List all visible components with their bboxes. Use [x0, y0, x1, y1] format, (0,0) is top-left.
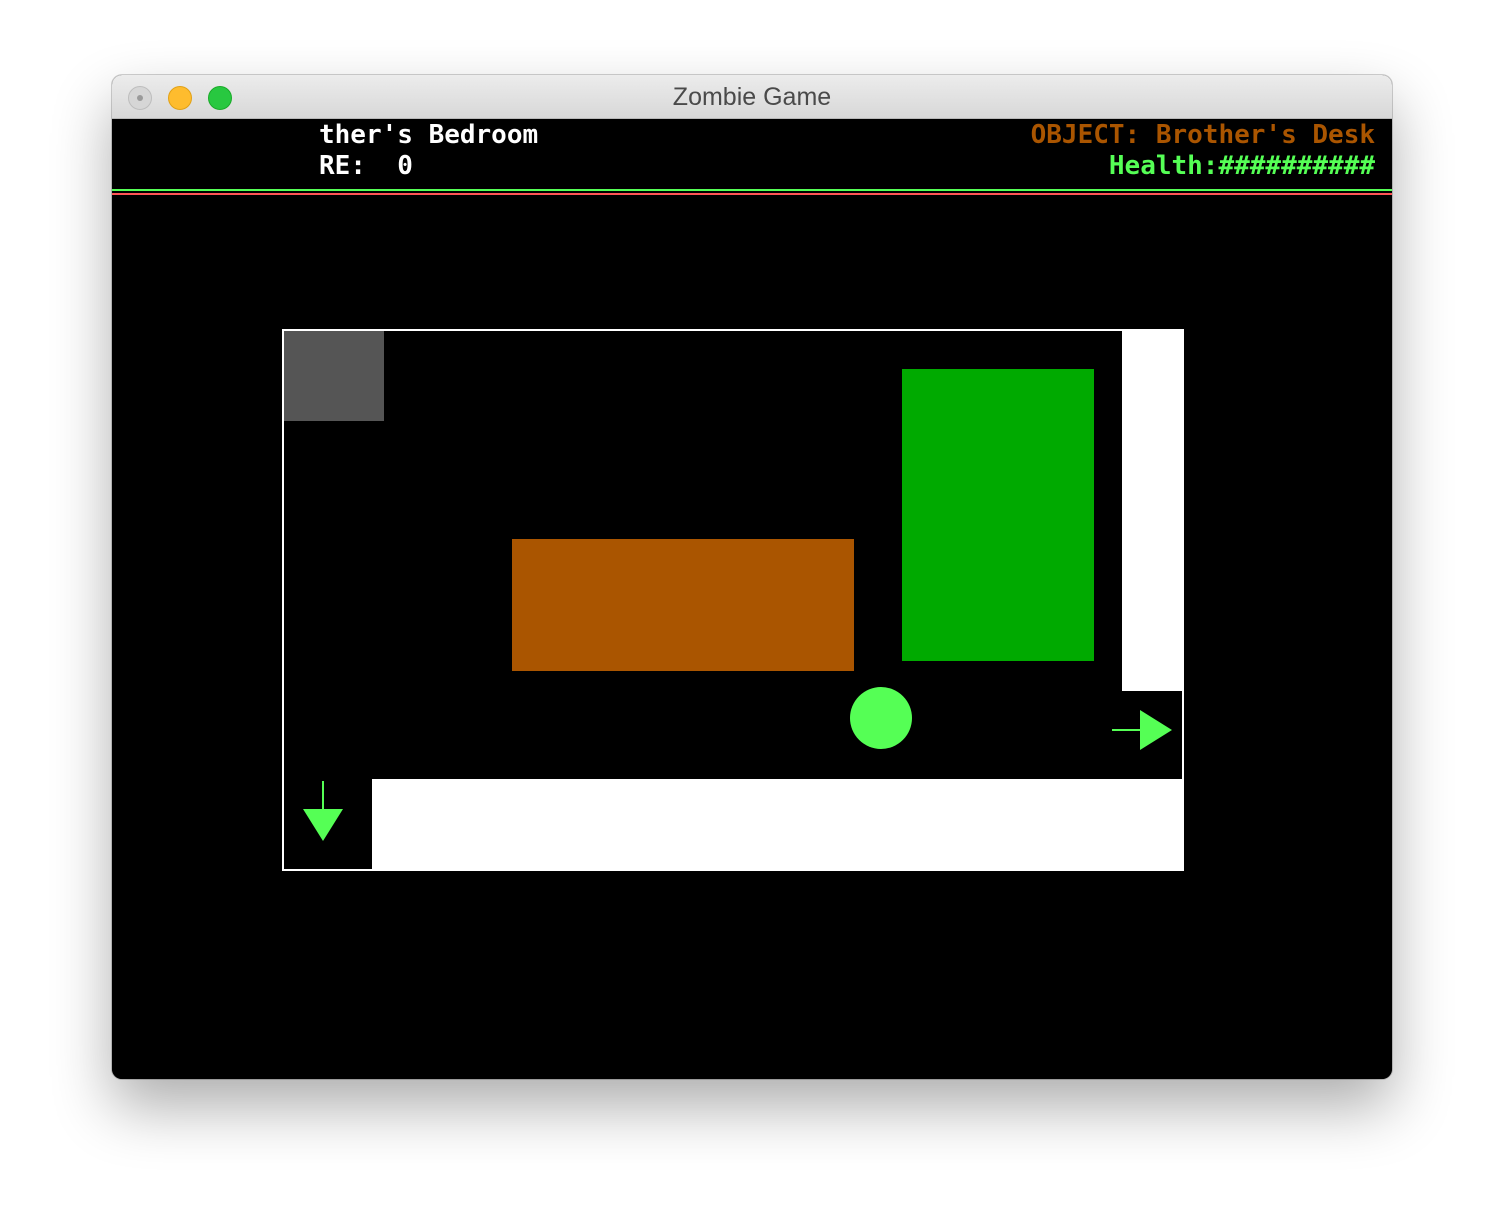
game-canvas[interactable]: ther's Bedroom RE: 0 OBJECT: Brother's D… — [112, 119, 1392, 1079]
arrow-right-icon[interactable] — [1110, 707, 1176, 753]
arrow-down-head — [303, 809, 343, 841]
game-window: Zombie Game ther's Bedroom RE: 0 OBJECT:… — [112, 75, 1392, 1079]
room-name-label: ther's Bedroom — [319, 120, 539, 150]
arrow-down-icon[interactable] — [300, 779, 346, 845]
right-wall — [1122, 331, 1184, 691]
green-desk-object — [902, 369, 1094, 661]
gray-door-block — [284, 331, 384, 421]
title-bar[interactable]: Zombie Game — [112, 75, 1392, 119]
health-bar-label: Health:########## — [1108, 151, 1375, 181]
bottom-wall — [372, 779, 1184, 871]
brown-bed-object — [512, 539, 854, 671]
window-title: Zombie Game — [672, 83, 832, 111]
room-map — [282, 329, 1184, 871]
hud-divider-red — [112, 193, 1392, 195]
arrow-right-head — [1140, 710, 1172, 750]
object-label: OBJECT: Brother's Desk — [1030, 120, 1375, 150]
score-label: RE: 0 — [319, 151, 413, 181]
player-circle — [850, 687, 912, 749]
hud-divider-green — [112, 189, 1392, 191]
